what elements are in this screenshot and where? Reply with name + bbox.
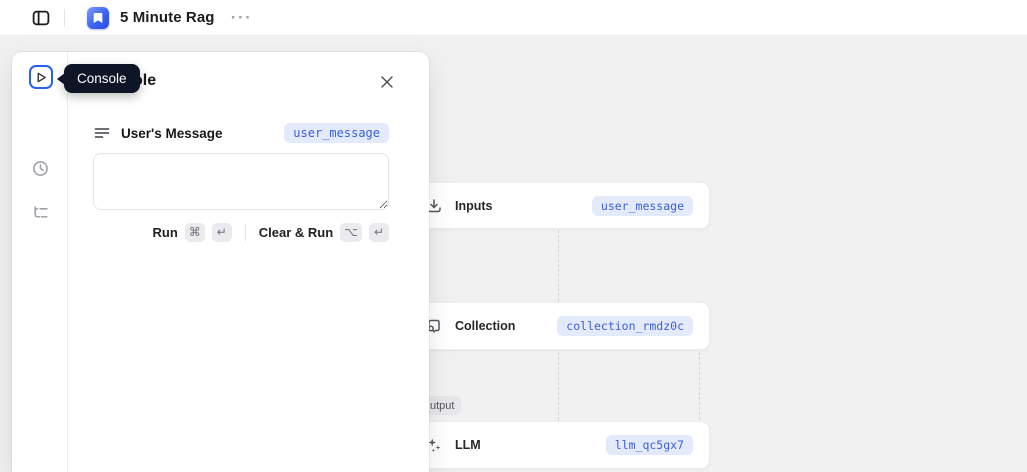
console-content: Console User's Message user_message Run … — [68, 52, 413, 472]
node-collection[interactable]: Collection collection_rmdz0c — [414, 302, 710, 350]
console-actions: Run ⌘ ↵ Clear & Run ⌥ ↵ — [93, 222, 389, 242]
app-logo-icon — [87, 7, 109, 29]
console-panel: Console User's Message user_message Run … — [12, 52, 429, 472]
text-lines-icon — [93, 124, 111, 142]
tooltip-text: Console — [77, 71, 127, 86]
edge-label-text: utput — [430, 400, 454, 412]
clear-run-label: Clear & Run — [259, 225, 333, 240]
field-variable-badge: user_message — [284, 123, 389, 143]
topbar-divider — [64, 9, 65, 27]
sidebar-toggle-icon[interactable] — [28, 5, 54, 31]
input-field-row: User's Message user_message — [93, 121, 389, 145]
field-label: User's Message — [121, 126, 223, 141]
command-key-icon: ⌘ — [185, 223, 205, 242]
node-id-badge: user_message — [592, 196, 693, 216]
actions-divider — [245, 224, 246, 241]
node-inputs[interactable]: Inputs user_message — [414, 182, 710, 229]
return-key-icon: ↵ — [369, 223, 389, 242]
clear-and-run-button[interactable]: Clear & Run ⌥ ↵ — [259, 223, 389, 242]
node-id-badge: llm_qc5gx7 — [606, 435, 693, 455]
panel-icon-rail — [12, 52, 68, 472]
page-title: 5 Minute Rag — [120, 9, 215, 26]
structure-tree-icon[interactable] — [26, 198, 54, 226]
node-llm[interactable]: LLM llm_qc5gx7 — [414, 421, 710, 469]
edge-collection-llm — [558, 352, 559, 420]
node-id-badge: collection_rmdz0c — [557, 316, 693, 336]
close-icon[interactable] — [378, 73, 396, 91]
run-button[interactable]: Run ⌘ ↵ — [152, 223, 231, 242]
return-key-icon: ↵ — [212, 223, 232, 242]
more-menu-icon[interactable]: ··· — [229, 6, 255, 30]
console-tooltip: Console — [64, 64, 140, 93]
node-label: LLM — [455, 438, 481, 452]
console-tab-play-icon[interactable] — [29, 65, 53, 89]
edge-secondary-llm — [699, 352, 700, 420]
option-key-icon: ⌥ — [340, 223, 362, 242]
node-label: Inputs — [455, 199, 493, 213]
node-label: Collection — [455, 319, 515, 333]
top-bar: 5 Minute Rag ··· — [0, 0, 1027, 36]
run-label: Run — [152, 225, 177, 240]
history-clock-icon[interactable] — [26, 154, 54, 182]
edge-inputs-collection — [558, 230, 559, 301]
user-message-input[interactable] — [93, 153, 389, 210]
